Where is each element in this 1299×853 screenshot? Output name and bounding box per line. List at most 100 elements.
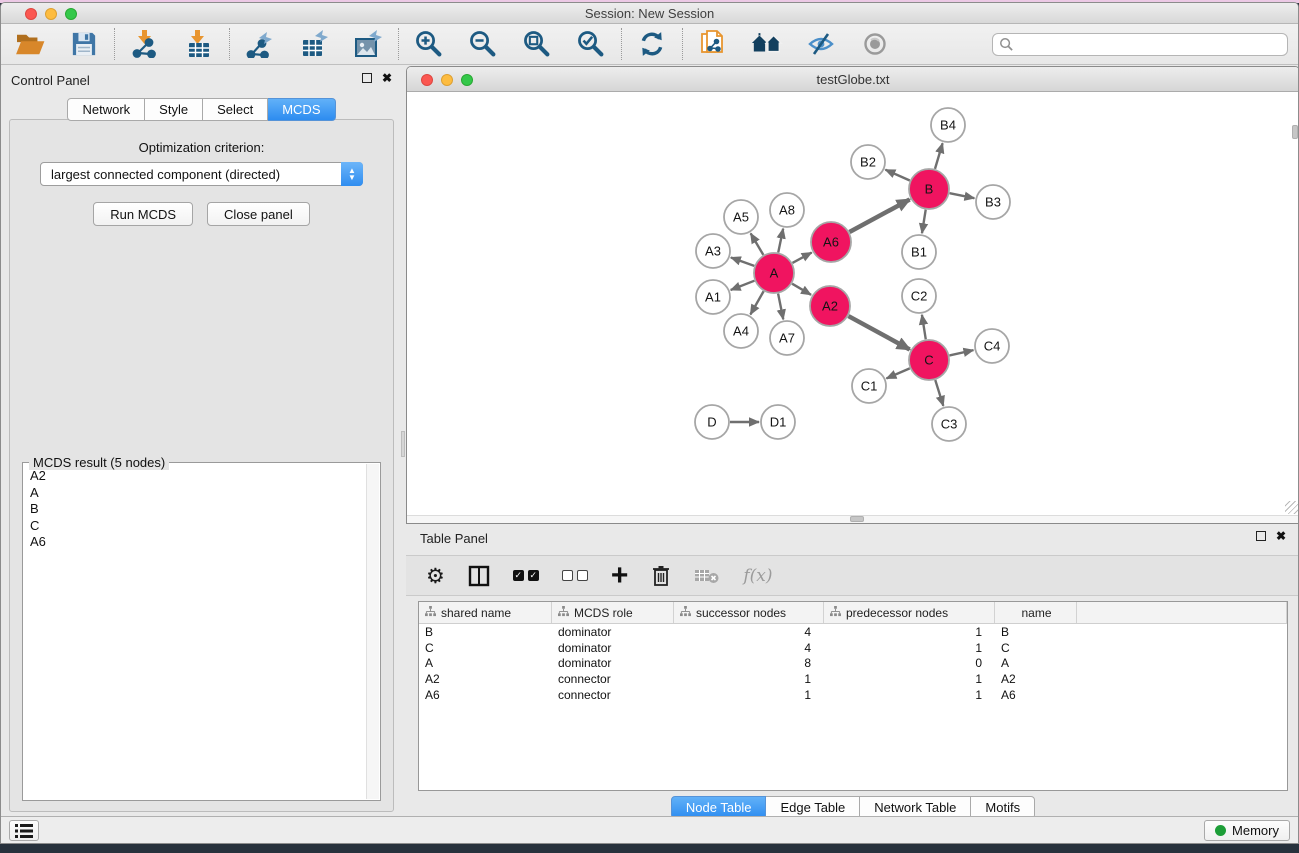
edge-A6-B[interactable] (849, 199, 909, 232)
run-mcds-button[interactable]: Run MCDS (93, 202, 193, 226)
graph-node-B[interactable]: B (909, 169, 949, 209)
graph-node-B1[interactable]: B1 (902, 235, 936, 269)
graph-node-A5[interactable]: A5 (724, 200, 758, 234)
cell[interactable]: 1 (674, 672, 824, 686)
hide-selected-icon[interactable] (804, 28, 838, 60)
graph-node-A8[interactable]: A8 (770, 193, 804, 227)
edge-B-B3[interactable] (950, 193, 975, 198)
graph-node-C[interactable]: C (909, 340, 949, 380)
edge-A2-C[interactable] (848, 316, 909, 349)
graph-node-A[interactable]: A (754, 253, 794, 293)
graph-node-C2[interactable]: C2 (902, 279, 936, 313)
cell[interactable]: B (995, 625, 1077, 639)
cell[interactable]: C (419, 641, 552, 655)
tab-mcds[interactable]: MCDS (268, 98, 335, 121)
deselect-all-icon[interactable] (562, 561, 588, 591)
edge-B-B2[interactable] (885, 170, 909, 181)
cell[interactable]: A6 (995, 688, 1077, 702)
edge-C-C2[interactable] (922, 315, 926, 339)
edge-B-B4[interactable] (935, 143, 943, 169)
close-table-panel-icon[interactable]: ✖ (1276, 531, 1286, 541)
graph-node-A4[interactable]: A4 (724, 314, 758, 348)
edge-A-A3[interactable] (731, 257, 754, 265)
cell[interactable]: dominator (552, 641, 674, 655)
zoom-fit-icon[interactable] (520, 28, 554, 60)
graph-node-A3[interactable]: A3 (696, 234, 730, 268)
new-network-from-selection-icon[interactable] (696, 28, 730, 60)
column-header-MCDS-role[interactable]: MCDS role (552, 602, 674, 623)
edge-B-B1[interactable] (922, 210, 926, 233)
network-vertical-scrollbar[interactable] (1292, 125, 1298, 139)
cell[interactable]: 1 (824, 625, 995, 639)
table-row[interactable]: Bdominator41B (419, 624, 1287, 640)
float-table-panel-icon[interactable] (1256, 531, 1266, 541)
home-icon[interactable] (750, 28, 784, 60)
cell[interactable]: connector (552, 672, 674, 686)
zoom-selected-icon[interactable] (574, 28, 608, 60)
cell[interactable]: A (419, 656, 552, 670)
zoom-out-icon[interactable] (466, 28, 500, 60)
split-pane-handle[interactable] (401, 431, 405, 457)
network-horizontal-scrollbar[interactable] (407, 515, 1299, 523)
cell[interactable]: 1 (674, 688, 824, 702)
graph-node-B2[interactable]: B2 (851, 145, 885, 179)
resize-grip-icon[interactable] (1285, 501, 1298, 514)
table-row[interactable]: A2connector11A2 (419, 671, 1287, 687)
task-history-button[interactable] (9, 820, 39, 841)
table-row[interactable]: A6connector11A6 (419, 687, 1287, 703)
add-column-icon[interactable]: + (611, 561, 629, 591)
tab-select[interactable]: Select (203, 98, 268, 121)
edge-A-A1[interactable] (731, 281, 755, 290)
edge-C-C3[interactable] (935, 380, 943, 406)
save-session-icon[interactable] (67, 28, 101, 60)
cell[interactable]: C (995, 641, 1077, 655)
cell[interactable]: 4 (674, 625, 824, 639)
cell[interactable]: 1 (824, 641, 995, 655)
cell[interactable]: dominator (552, 625, 674, 639)
cell[interactable]: A (995, 656, 1077, 670)
table-row[interactable]: Cdominator41C (419, 640, 1287, 656)
graph-node-A1[interactable]: A1 (696, 280, 730, 314)
cell[interactable]: A2 (419, 672, 552, 686)
graph-node-A6[interactable]: A6 (811, 222, 851, 262)
list-item[interactable]: C (30, 518, 365, 535)
cell[interactable]: 1 (824, 688, 995, 702)
edge-A-A7[interactable] (778, 294, 783, 320)
cell[interactable]: connector (552, 688, 674, 702)
cell[interactable]: B (419, 625, 552, 639)
edge-A-A8[interactable] (778, 229, 783, 253)
edge-A-A6[interactable] (792, 253, 811, 263)
graph-node-C4[interactable]: C4 (975, 329, 1009, 363)
show-all-icon[interactable] (858, 28, 892, 60)
graph-node-B4[interactable]: B4 (931, 108, 965, 142)
column-header-shared-name[interactable]: shared name (419, 602, 552, 623)
graph-node-D[interactable]: D (695, 405, 729, 439)
cell[interactable]: A2 (995, 672, 1077, 686)
edge-A-A5[interactable] (751, 233, 764, 255)
refresh-icon[interactable] (635, 28, 669, 60)
column-layout-icon[interactable] (468, 561, 490, 591)
graph-node-C3[interactable]: C3 (932, 407, 966, 441)
cell[interactable]: A6 (419, 688, 552, 702)
import-network-icon[interactable] (128, 28, 162, 60)
table-row[interactable]: Adominator80A (419, 656, 1287, 672)
cell[interactable]: 8 (674, 656, 824, 670)
cell[interactable]: 4 (674, 641, 824, 655)
list-item[interactable]: A2 (30, 468, 365, 485)
criterion-dropdown[interactable]: largest connected component (directed) ▲… (40, 162, 363, 186)
export-table-icon[interactable] (297, 28, 331, 60)
graph-node-D1[interactable]: D1 (761, 405, 795, 439)
graph-node-B3[interactable]: B3 (976, 185, 1010, 219)
zoom-in-icon[interactable] (412, 28, 446, 60)
close-panel-button[interactable]: Close panel (207, 202, 310, 226)
cell[interactable]: 0 (824, 656, 995, 670)
cell[interactable]: 1 (824, 672, 995, 686)
select-all-icon[interactable]: ✓✓ (513, 561, 539, 591)
open-session-icon[interactable] (13, 28, 47, 60)
tab-style[interactable]: Style (145, 98, 203, 121)
edge-A-A4[interactable] (750, 291, 763, 314)
list-item[interactable]: A6 (30, 534, 365, 551)
list-item[interactable]: A (30, 485, 365, 502)
graph-node-A2[interactable]: A2 (810, 286, 850, 326)
edge-C-C4[interactable] (949, 350, 973, 355)
